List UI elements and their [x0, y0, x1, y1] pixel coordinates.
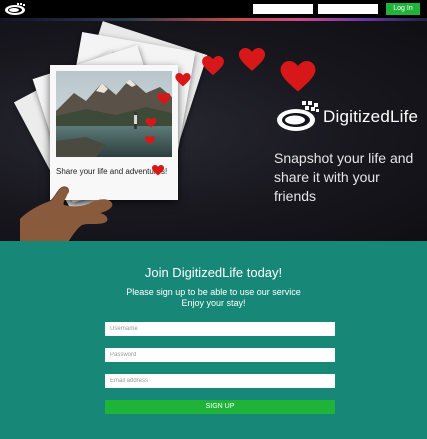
- login-username-input[interactable]: [253, 4, 313, 14]
- heart-icon: [145, 136, 155, 145]
- login-password-input[interactable]: [318, 4, 378, 14]
- hero-banner: Share your life and adventures! Digitize…: [0, 21, 427, 241]
- heart-icon: [157, 93, 171, 105]
- signup-subtitle: Enjoy your stay!: [181, 298, 246, 308]
- signup-subtitle: Please sign up to be able to use our ser…: [126, 287, 301, 297]
- signup-title: Join DigitizedLife today!: [144, 265, 283, 280]
- heart-icon: [175, 73, 191, 87]
- username-field[interactable]: [105, 322, 335, 336]
- heart-icon: [152, 165, 164, 176]
- brand-name: DigitizedLife: [323, 107, 419, 126]
- camera-logo-icon: [277, 101, 319, 131]
- tagline: Snapshot your life and share it with you…: [274, 150, 414, 204]
- top-bar: Log In: [0, 0, 427, 18]
- heart-icon: [238, 48, 266, 71]
- brand-logo: DigitizedLife: [276, 99, 422, 139]
- signup-button[interactable]: SIGN UP: [105, 400, 335, 414]
- heart-icon: [280, 61, 316, 92]
- password-field[interactable]: [105, 348, 335, 362]
- email-field[interactable]: [105, 374, 335, 388]
- hand-image: [20, 186, 113, 241]
- login-button[interactable]: Log In: [386, 3, 420, 15]
- heart-icon: [145, 118, 157, 128]
- logo-icon[interactable]: [3, 2, 27, 16]
- photo-stack: Share your life and adventures!: [13, 21, 220, 241]
- signup-section: Join DigitizedLife today! Please sign up…: [0, 241, 427, 439]
- heart-icon: [202, 56, 224, 76]
